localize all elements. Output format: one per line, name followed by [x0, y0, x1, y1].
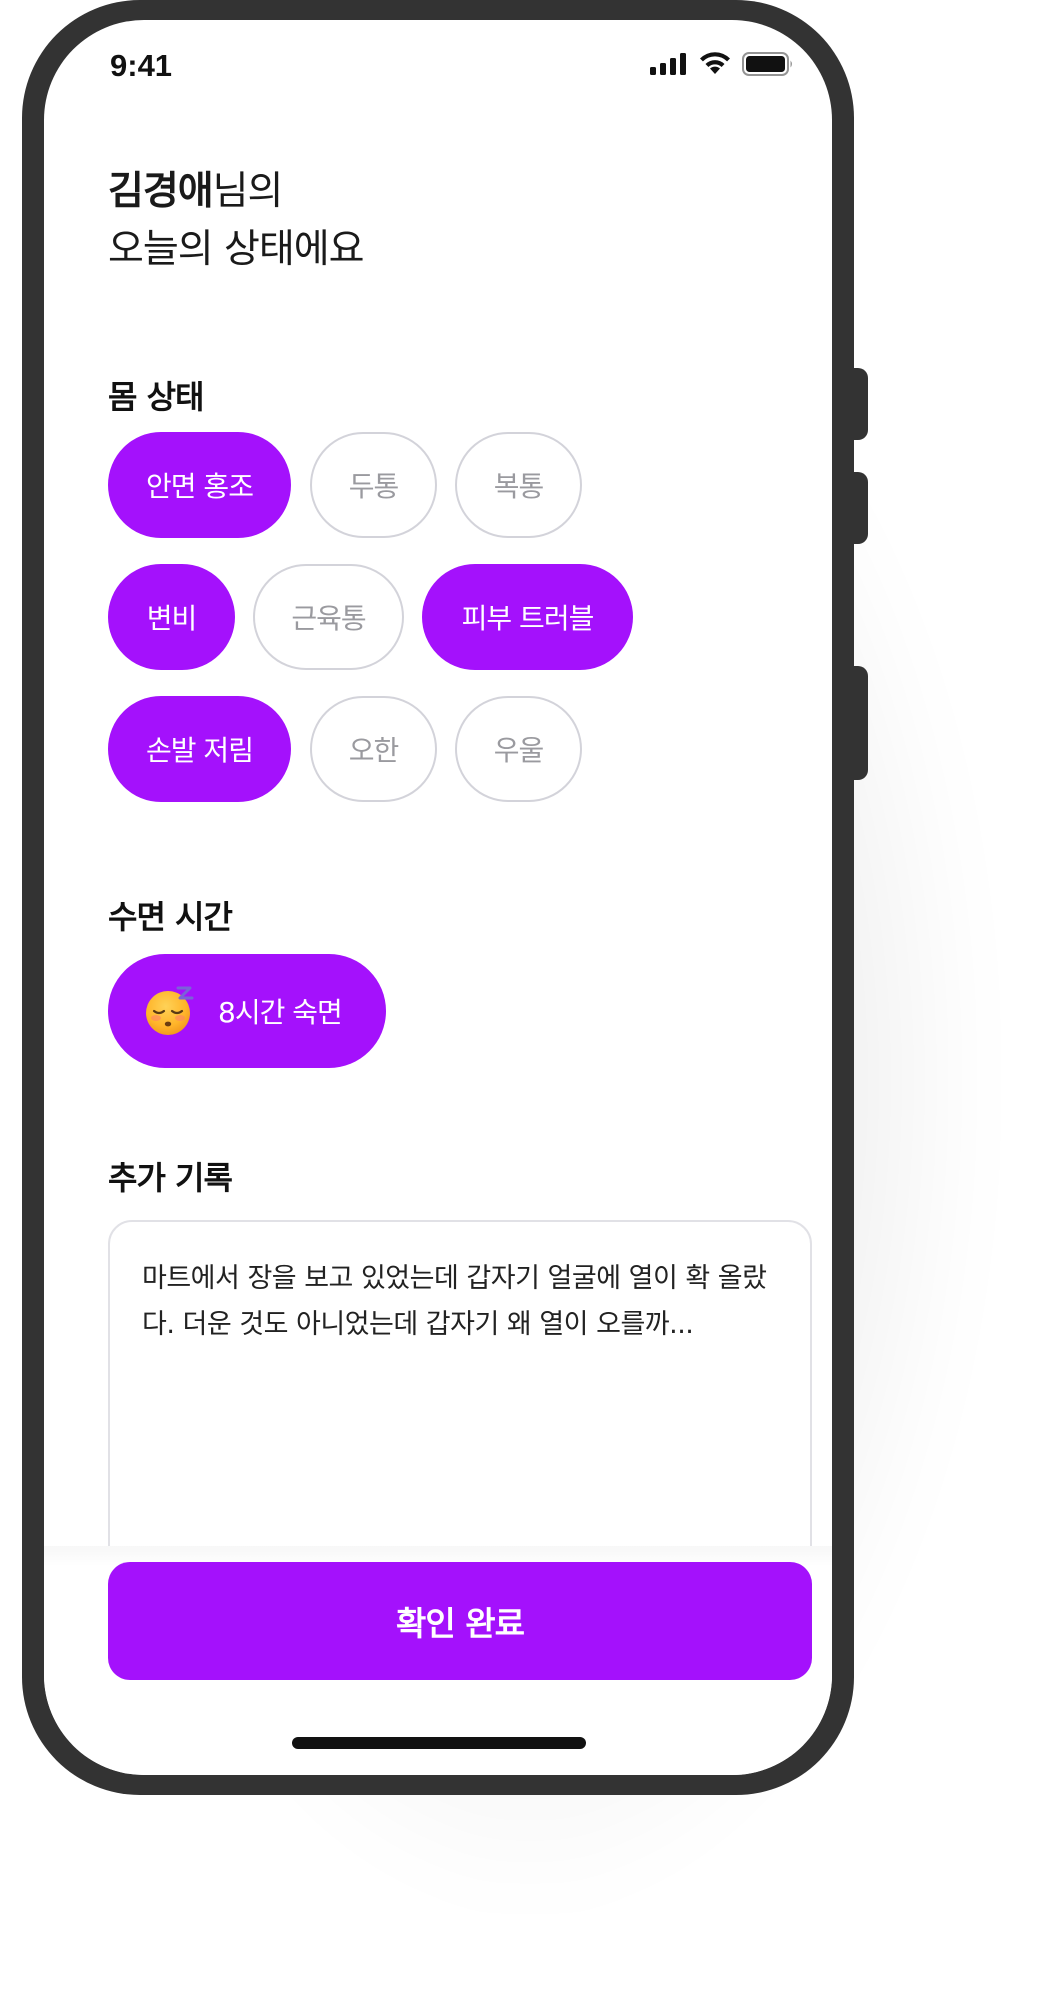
stage: 9:41 김경애님의 오늘의 상태에요 몸 상태 안면 홍조 두통 복통 변비 … [0, 0, 1048, 2004]
chip-label: 오한 [348, 734, 400, 767]
chip-label: 피부 트러블 [461, 602, 595, 635]
cellular-signal-icon [650, 53, 686, 75]
memo-text: 마트에서 장을 보고 있었는데 갑자기 얼굴에 열이 확 올랐다. 더운 것도 … [142, 1263, 767, 1340]
sleep-time-label: 8시간 숙면 [218, 996, 343, 1029]
chip-label: 근육통 [291, 602, 366, 635]
user-name-suffix: 님의 [212, 169, 284, 214]
chip-muscle-pain[interactable]: 근육통 [253, 564, 404, 670]
sleep-time-selector[interactable]: 8시간 숙면 [108, 954, 386, 1068]
sleeping-face-icon [146, 986, 194, 1035]
status-time: 9:41 [110, 48, 173, 83]
greeting-line-2: 오늘의 상태에요 [108, 227, 365, 272]
phone-frame: 9:41 김경애님의 오늘의 상태에요 몸 상태 안면 홍조 두통 복통 변비 … [22, 0, 854, 1795]
chip-label: 변비 [146, 602, 198, 635]
chip-headache[interactable]: 두통 [310, 432, 437, 538]
chip-label: 우울 [493, 734, 545, 767]
chip-depression[interactable]: 우울 [455, 696, 582, 802]
chip-label: 안면 홍조 [146, 470, 254, 503]
home-indicator[interactable] [292, 1737, 586, 1749]
user-name: 김경애 [108, 169, 214, 214]
wifi-icon [700, 52, 730, 74]
page-title: 김경애님의 오늘의 상태에요 [108, 163, 365, 279]
chip-numbness[interactable]: 손발 저림 [108, 696, 291, 802]
chip-stomachache[interactable]: 복통 [455, 432, 582, 538]
chip-facial-flush[interactable]: 안면 홍조 [108, 432, 291, 538]
battery-icon [742, 52, 792, 76]
status-icons [650, 52, 794, 76]
phone-screen: 9:41 김경애님의 오늘의 상태에요 몸 상태 안면 홍조 두통 복통 변비 … [44, 20, 832, 1775]
status-bar: 9:41 [44, 20, 832, 100]
confirm-button[interactable]: 확인 완료 [108, 1562, 812, 1680]
chip-label: 손발 저림 [146, 734, 254, 767]
chip-label: 복통 [493, 470, 545, 503]
chip-constipation[interactable]: 변비 [108, 564, 235, 670]
memo-heading: 추가 기록 [108, 1159, 233, 1197]
chip-chills[interactable]: 오한 [310, 696, 437, 802]
confirm-button-label: 확인 완료 [396, 1604, 525, 1643]
chip-skin-trouble[interactable]: 피부 트러블 [422, 564, 633, 670]
body-status-heading: 몸 상태 [108, 378, 204, 416]
sleep-heading: 수면 시간 [108, 898, 233, 936]
chip-label: 두통 [348, 470, 400, 503]
